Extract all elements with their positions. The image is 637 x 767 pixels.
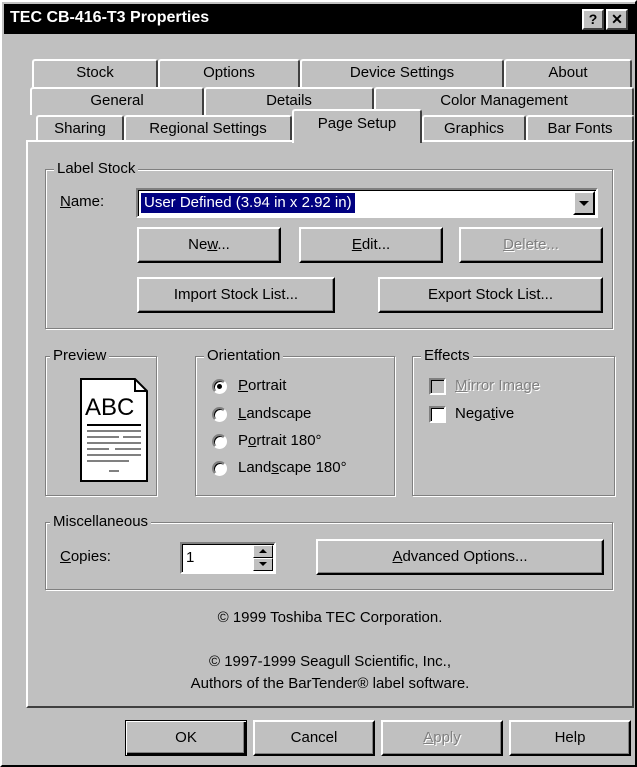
landscape-label[interactable]: Landscape — [238, 404, 311, 424]
arrow-down-icon — [259, 562, 267, 566]
tab-options[interactable]: Options — [158, 59, 300, 87]
preview-sample-text: ABC — [85, 394, 134, 421]
portrait-180-label[interactable]: Portrait 180° — [238, 431, 322, 451]
tab-sharing[interactable]: Sharing — [36, 115, 124, 143]
tab-device-settings[interactable]: Device Settings — [300, 59, 504, 87]
dropdown-button[interactable] — [573, 191, 595, 215]
ok-button[interactable]: OK — [125, 720, 247, 756]
new-button[interactable]: New... — [137, 227, 281, 263]
cancel-button[interactable]: Cancel — [253, 720, 375, 756]
negative-label[interactable]: Negative — [455, 404, 514, 424]
tab-about[interactable]: About — [504, 59, 632, 87]
label-stock-title: Label Stock — [54, 159, 139, 179]
tab-page-setup[interactable]: Page Setup — [292, 109, 422, 143]
tab-stock[interactable]: Stock — [32, 59, 158, 87]
orientation-group: Orientation Portrait Landscape Portrait … — [195, 346, 395, 496]
effects-title: Effects — [421, 346, 473, 366]
help-footer-button[interactable]: Help — [509, 720, 631, 756]
mirror-image-label[interactable]: Mirror Image — [455, 376, 540, 396]
mirror-image-checkbox[interactable] — [429, 378, 446, 395]
stock-name-value: User Defined (3.94 in x 2.92 in) — [141, 193, 355, 213]
tab-regional-settings[interactable]: Regional Settings — [124, 115, 292, 143]
tab-bar-fonts[interactable]: Bar Fonts — [526, 115, 634, 143]
miscellaneous-group: Miscellaneous Copies: 1 Advanced Options… — [45, 512, 613, 590]
page-setup-panel: Label Stock Name: User Defined (3.94 in … — [26, 140, 634, 708]
preview-title: Preview — [50, 346, 110, 366]
preview-group: Preview ABC — [45, 346, 157, 496]
effects-group: Effects Mirror Image Negative — [412, 346, 615, 496]
help-button[interactable]: ? — [582, 9, 604, 30]
landscape-180-radio[interactable] — [212, 461, 227, 476]
seagull-copyright: © 1997-1999 Seagull Scientific, Inc., — [208, 653, 452, 670]
window-title: TEC CB-416-T3 Properties — [10, 9, 210, 26]
portrait-radio[interactable] — [212, 379, 227, 394]
label-preview-icon: ABC — [80, 378, 148, 482]
apply-button[interactable]: Apply — [381, 720, 503, 756]
copies-label: Copies: — [60, 548, 111, 565]
radio-selected-dot — [217, 384, 222, 389]
spin-down-button[interactable] — [253, 558, 273, 571]
edit-button[interactable]: Edit... — [299, 227, 443, 263]
export-stock-list-button[interactable]: Export Stock List... — [378, 277, 603, 313]
portrait-label[interactable]: Portrait — [238, 376, 286, 396]
stock-name-select[interactable]: User Defined (3.94 in x 2.92 in) — [136, 188, 598, 218]
landscape-radio[interactable] — [212, 407, 227, 422]
negative-checkbox[interactable] — [429, 406, 446, 423]
chevron-down-icon — [579, 201, 589, 206]
landscape-180-label[interactable]: Landscape 180° — [238, 458, 347, 478]
portrait-180-radio[interactable] — [212, 434, 227, 449]
delete-button[interactable]: Delete... — [459, 227, 603, 263]
name-label: Name: — [60, 193, 105, 210]
properties-dialog: TEC CB-416-T3 Properties ? ✕ Stock Optio… — [0, 0, 637, 767]
orientation-title: Orientation — [204, 346, 284, 366]
spin-up-button[interactable] — [253, 545, 273, 558]
close-button[interactable]: ✕ — [606, 9, 628, 30]
copies-value: 1 — [186, 549, 195, 566]
title-bar[interactable]: TEC CB-416-T3 Properties ? ✕ — [4, 4, 635, 34]
arrow-up-icon — [259, 549, 267, 553]
toshiba-copyright: © 1999 Toshiba TEC Corporation. — [217, 609, 443, 626]
import-stock-list-button[interactable]: Import Stock List... — [137, 277, 335, 313]
label-stock-group: Label Stock Name: User Defined (3.94 in … — [45, 159, 613, 329]
copies-input[interactable]: 1 — [180, 542, 276, 574]
tab-graphics[interactable]: Graphics — [422, 115, 526, 143]
tab-general[interactable]: General — [30, 87, 204, 115]
advanced-options-button[interactable]: Advanced Options... — [316, 539, 604, 575]
bartender-credit: Authors of the BarTender® label software… — [190, 675, 470, 692]
miscellaneous-title: Miscellaneous — [50, 512, 152, 532]
